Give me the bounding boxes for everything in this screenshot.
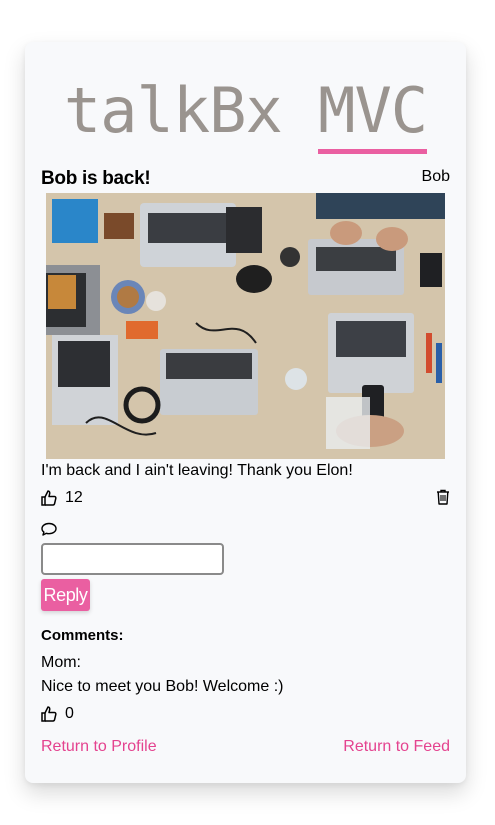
comments-heading: Comments: bbox=[41, 627, 124, 644]
post-title: Bob is back! bbox=[41, 168, 151, 189]
comment-author: Mom: bbox=[41, 654, 81, 671]
brand-name: talkBx bbox=[63, 74, 283, 147]
post-like-count: 12 bbox=[65, 489, 83, 506]
reply-input[interactable] bbox=[41, 543, 224, 575]
post-body: I'm back and I ain't leaving! Thank you … bbox=[41, 462, 353, 479]
brand-logo: talkBx MVC bbox=[25, 74, 466, 154]
trash-icon[interactable] bbox=[436, 489, 450, 505]
post-image bbox=[46, 193, 445, 459]
thumbs-up-icon[interactable] bbox=[41, 706, 57, 722]
post-card: talkBx MVC Bob is back! Bob I'm back and… bbox=[25, 42, 466, 783]
comment-like-count: 0 bbox=[65, 705, 74, 722]
post-author: Bob bbox=[421, 168, 450, 185]
post-like-row: 12 bbox=[41, 489, 83, 507]
thumbs-up-icon[interactable] bbox=[41, 490, 57, 506]
return-to-feed-link[interactable]: Return to Feed bbox=[343, 738, 450, 756]
comment-like-row: 0 bbox=[41, 705, 74, 723]
comment-text: Nice to meet you Bob! Welcome :) bbox=[41, 678, 284, 695]
comment-icon bbox=[41, 522, 57, 537]
return-to-profile-link[interactable]: Return to Profile bbox=[41, 738, 157, 756]
reply-button[interactable]: Reply bbox=[41, 579, 90, 611]
brand-mvc: MVC bbox=[318, 74, 428, 154]
